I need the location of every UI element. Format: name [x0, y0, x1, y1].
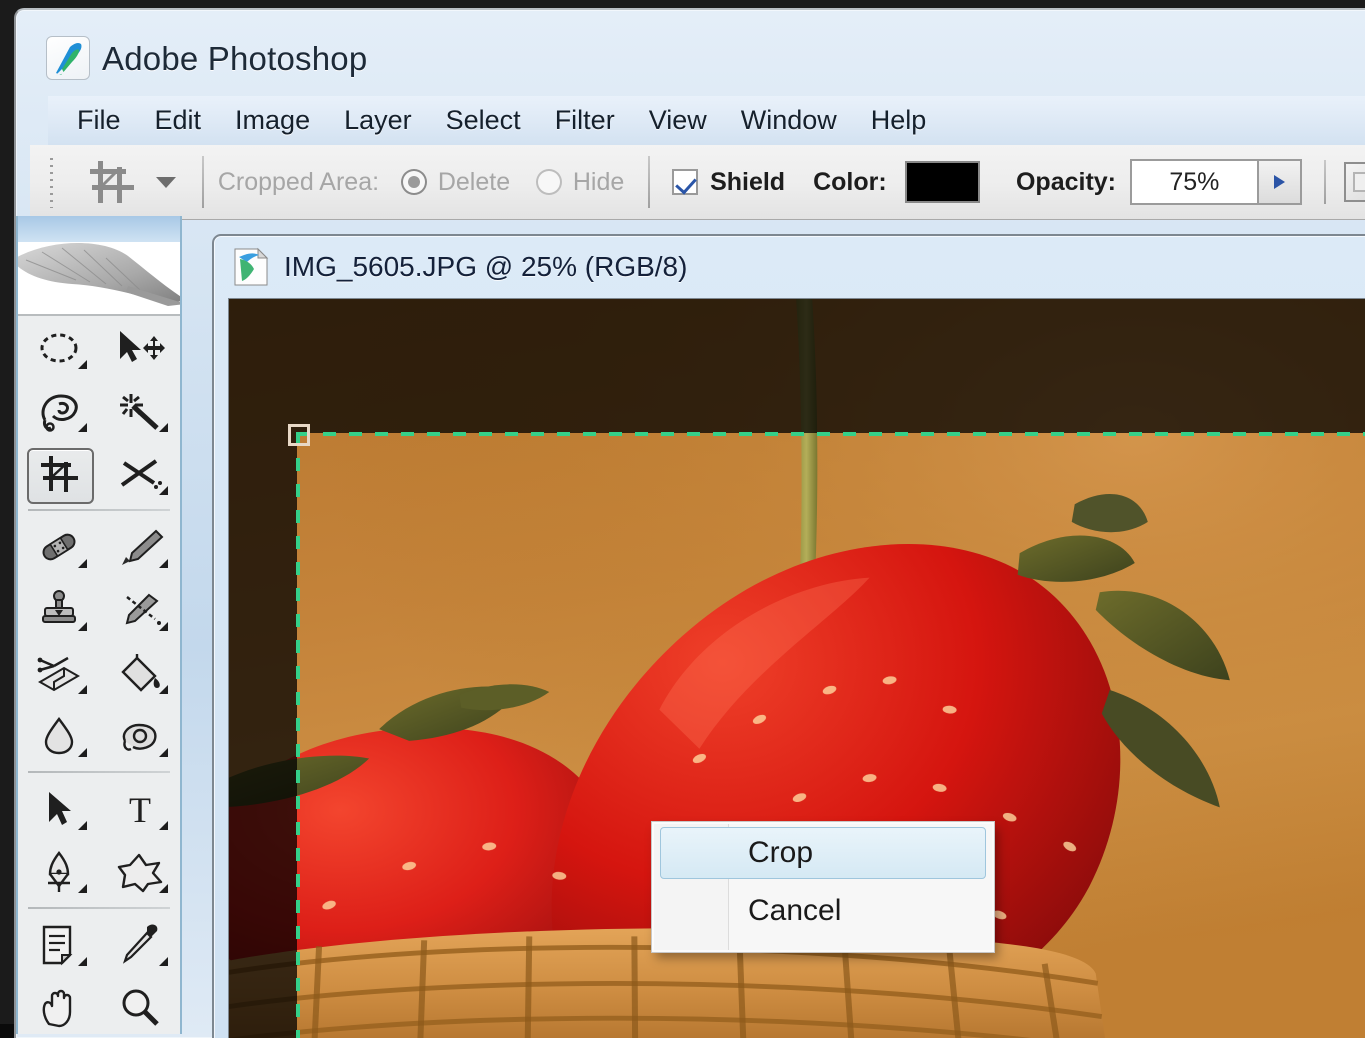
- shield-color-swatch[interactable]: [905, 161, 980, 203]
- menu-select[interactable]: Select: [429, 103, 538, 138]
- menu-file[interactable]: File: [60, 103, 138, 138]
- menu-bar: File Edit Image Layer Select Filter View…: [48, 96, 1365, 145]
- slice-tool[interactable]: [99, 442, 180, 505]
- flyout-triangle-icon: [159, 957, 168, 966]
- flyout-triangle-icon: [78, 423, 87, 432]
- document-thumbnail-icon: [232, 247, 270, 287]
- tool-divider-2: [28, 771, 170, 773]
- flyout-triangle-icon: [159, 423, 168, 432]
- perspective-checkbox[interactable]: [1344, 162, 1365, 202]
- flyout-triangle-icon: [78, 884, 87, 893]
- healing-brush-tool[interactable]: [18, 515, 99, 578]
- photoshop-feather-banner: [18, 242, 180, 316]
- flyout-triangle-icon: [159, 884, 168, 893]
- hand-tool[interactable]: [18, 976, 99, 1038]
- flyout-triangle-icon: [78, 957, 87, 966]
- clone-stamp-tool[interactable]: [18, 578, 99, 641]
- flyout-triangle-icon: [159, 821, 168, 830]
- opacity-label: Opacity:: [1016, 168, 1116, 197]
- flyout-triangle-icon: [78, 821, 87, 830]
- flyout-triangle-icon: [159, 748, 168, 757]
- menu-image[interactable]: Image: [218, 103, 327, 138]
- menu-help[interactable]: Help: [854, 103, 944, 138]
- crop-tool[interactable]: [18, 442, 99, 505]
- tool-group-selection: [18, 316, 180, 505]
- context-menu-item-cancel[interactable]: Cancel: [654, 882, 992, 940]
- delete-label: Delete: [438, 168, 510, 197]
- tools-palette: T: [16, 216, 182, 1034]
- magic-wand-tool[interactable]: [99, 379, 180, 442]
- spinner-arrow-icon: [1274, 175, 1285, 189]
- color-label: Color:: [813, 168, 887, 197]
- opacity-input[interactable]: 75%: [1130, 159, 1257, 205]
- history-brush-tool[interactable]: [99, 578, 180, 641]
- type-tool[interactable]: T: [99, 777, 180, 840]
- title-bar: Adobe Photoshop: [16, 10, 1365, 96]
- path-selection-tool[interactable]: [18, 777, 99, 840]
- document-title-bar[interactable]: IMG_5605.JPG @ 25% (RGB/8): [214, 236, 1365, 298]
- lasso-tool[interactable]: [18, 379, 99, 442]
- app-title: Adobe Photoshop: [102, 40, 367, 78]
- context-menu-item-crop[interactable]: Crop: [654, 824, 992, 882]
- flyout-triangle-icon: [78, 360, 87, 369]
- tool-divider-1: [28, 509, 170, 511]
- flyout-triangle-icon: [159, 486, 168, 495]
- flyout-triangle-icon: [159, 559, 168, 568]
- document-title: IMG_5605.JPG @ 25% (RGB/8): [284, 251, 687, 283]
- eyedropper-tool[interactable]: [99, 913, 180, 976]
- photoshop-feather-icon: [46, 36, 90, 80]
- menu-view[interactable]: View: [632, 103, 724, 138]
- options-bar-drag-handle[interactable]: [44, 156, 60, 208]
- svg-text:T: T: [129, 790, 151, 829]
- menu-filter[interactable]: Filter: [538, 103, 632, 138]
- chevron-down-icon[interactable]: [156, 177, 176, 188]
- menu-edit[interactable]: Edit: [138, 103, 219, 138]
- tool-group-navigation: [18, 913, 180, 1038]
- opacity-spinner-button[interactable]: [1257, 159, 1303, 205]
- image-canvas[interactable]: Crop Cancel: [228, 298, 1365, 1038]
- crop-context-menu: Crop Cancel: [652, 822, 994, 952]
- menu-layer[interactable]: Layer: [327, 103, 429, 138]
- pen-tool[interactable]: [18, 840, 99, 903]
- zoom-tool[interactable]: [99, 976, 180, 1038]
- eraser-tool[interactable]: [18, 641, 99, 704]
- hide-label: Hide: [573, 168, 624, 197]
- cropped-area-label: Cropped Area:: [218, 168, 379, 197]
- menu-window[interactable]: Window: [724, 103, 854, 138]
- tool-options-bar: Cropped Area: Delete Hide Shield Color: …: [30, 145, 1365, 220]
- document-window: IMG_5605.JPG @ 25% (RGB/8): [212, 234, 1365, 1038]
- tool-group-retouch: [18, 515, 180, 767]
- options-separator-2: [648, 156, 650, 208]
- flyout-triangle-icon: [159, 622, 168, 631]
- brush-tool[interactable]: [99, 515, 180, 578]
- shield-label: Shield: [710, 168, 785, 197]
- crop-tool-icon[interactable]: [84, 157, 138, 207]
- notes-tool[interactable]: [18, 913, 99, 976]
- dodge-tool[interactable]: [99, 704, 180, 767]
- cropped-area-delete-radio[interactable]: [401, 169, 427, 195]
- flyout-triangle-icon: [78, 559, 87, 568]
- tool-group-vector: T: [18, 777, 180, 903]
- tools-palette-header[interactable]: [18, 216, 180, 242]
- paint-bucket-tool[interactable]: [99, 641, 180, 704]
- photoshop-application-window: Adobe Photoshop File Edit Image Layer Se…: [14, 8, 1365, 1038]
- blur-tool[interactable]: [18, 704, 99, 767]
- marquee-tool[interactable]: [18, 316, 99, 379]
- cropped-area-hide-radio[interactable]: [536, 169, 562, 195]
- flyout-triangle-icon: [78, 748, 87, 757]
- options-separator-1: [202, 156, 204, 208]
- options-separator-3: [1324, 160, 1326, 204]
- custom-shape-tool[interactable]: [99, 840, 180, 903]
- tool-divider-3: [28, 907, 170, 909]
- flyout-triangle-icon: [78, 685, 87, 694]
- flyout-triangle-icon: [159, 685, 168, 694]
- flyout-triangle-icon: [78, 622, 87, 631]
- desktop-background: Adobe Photoshop File Edit Image Layer Se…: [0, 0, 1365, 1024]
- shield-checkbox[interactable]: [672, 169, 698, 195]
- move-tool[interactable]: [99, 316, 180, 379]
